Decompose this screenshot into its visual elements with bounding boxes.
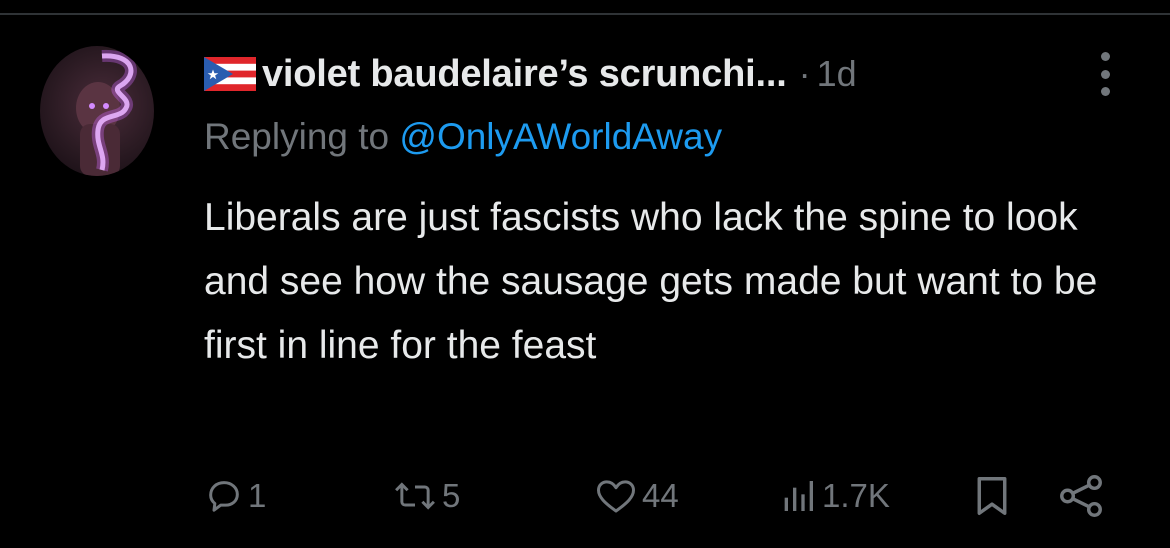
share-button[interactable] (1056, 470, 1106, 522)
retweet-icon (395, 482, 435, 510)
views-button[interactable]: 1.7K (778, 470, 890, 522)
views-count: 1.7K (822, 477, 890, 514)
retweet-count: 5 (442, 477, 461, 514)
header-separator: · (798, 53, 811, 94)
reply-icon (209, 481, 239, 512)
puerto-rico-flag-icon (204, 57, 256, 91)
bookmark-button[interactable] (972, 470, 1012, 522)
top-divider (0, 13, 1170, 15)
bookmark-icon (977, 477, 1007, 515)
avatar[interactable] (40, 46, 154, 176)
more-options-icon[interactable] (1090, 52, 1120, 96)
tweet-text: Liberals are just fascists who lack the … (204, 196, 1098, 367)
share-icon (1060, 475, 1102, 517)
reply-count: 1 (248, 477, 267, 514)
tweet-timestamp[interactable]: 1d (817, 53, 857, 95)
tweet-actions: 1 5 44 1.7K (204, 470, 1124, 522)
like-count: 44 (642, 477, 679, 514)
retweet-button[interactable]: 5 (392, 470, 460, 522)
author-display-name[interactable]: violet baudelaire’s scrunchi... (262, 53, 787, 96)
reply-button[interactable]: 1 (204, 470, 266, 522)
tweet-header: violet baudelaire’s scrunchi... · 1d (204, 50, 857, 98)
like-button[interactable]: 44 (594, 470, 679, 522)
replying-handle-link[interactable]: @OnlyAWorldAway (399, 116, 722, 157)
views-icon (784, 481, 813, 511)
heart-icon (597, 480, 635, 513)
replying-to: Replying to @OnlyAWorldAway (204, 116, 722, 158)
replying-prefix: Replying to (204, 116, 400, 157)
avatar-image (76, 49, 137, 176)
